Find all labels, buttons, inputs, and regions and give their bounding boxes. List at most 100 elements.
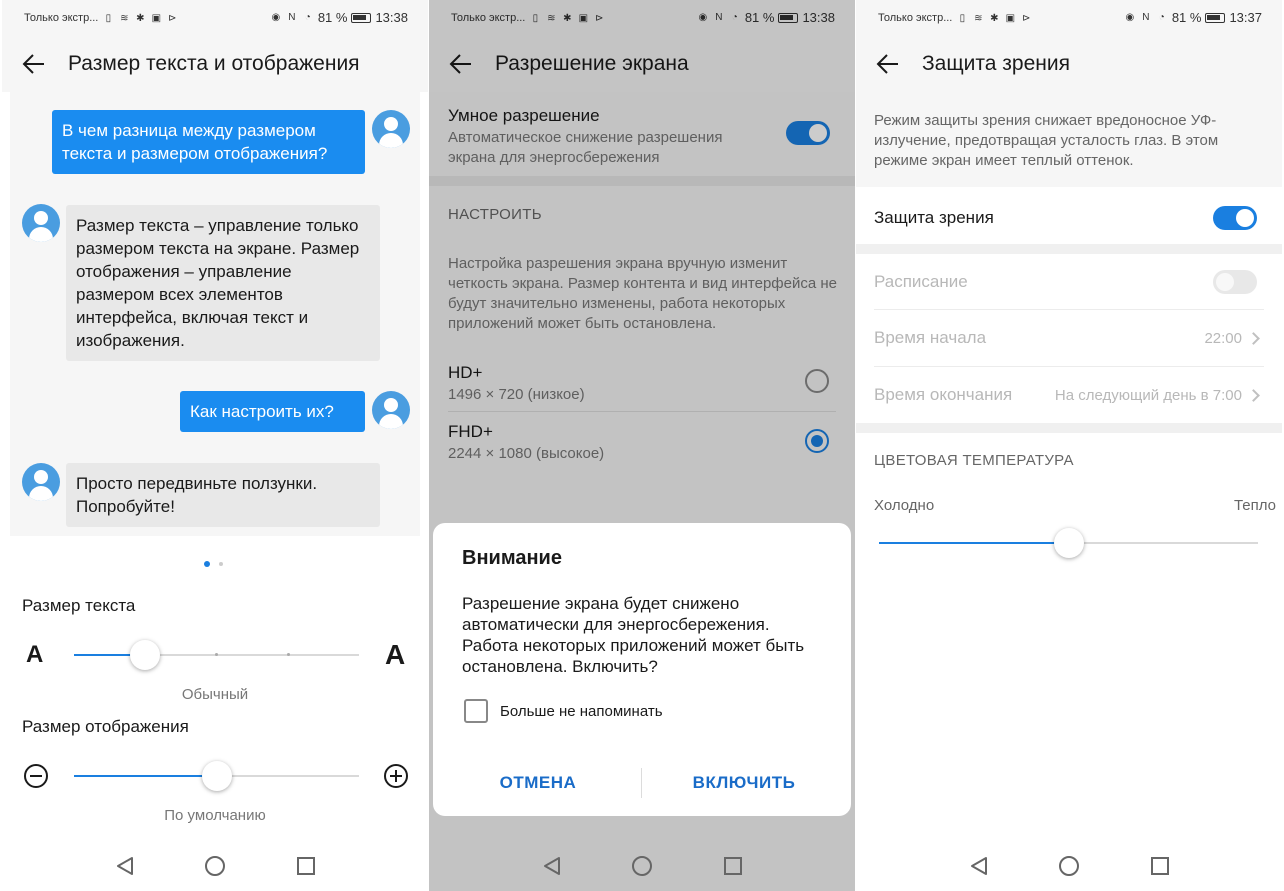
gear-icon: ✱ (990, 12, 999, 24)
eye-comfort-toggle[interactable] (1213, 206, 1257, 230)
nav-home-icon[interactable] (632, 856, 652, 876)
sim-icon: ▯ (105, 12, 112, 24)
chat-bubble-user: Как настроить их? (180, 391, 365, 432)
nav-bar (429, 840, 855, 891)
display-size-value: По умолчанию (164, 807, 266, 824)
color-temp-slider-fill (879, 542, 1069, 544)
nav-recents-icon[interactable] (1151, 857, 1169, 875)
user-avatar (372, 391, 410, 429)
chat-bubble-assistant: Просто передвиньте ползунки. Попробуйте! (66, 463, 380, 527)
text-size-label: Размер текста (22, 596, 136, 615)
battery-percent: 81 % (1171, 10, 1202, 25)
battery-percent: 81 % (317, 10, 348, 25)
clock: 13:37 (1229, 10, 1262, 25)
speedometer-icon: ◔ (1158, 12, 1165, 23)
end-time-value: На следующий день в 7:00 (1054, 387, 1242, 404)
text-size-slider-thumb[interactable] (130, 640, 160, 670)
wifi-icon: ≋ (120, 12, 129, 24)
speedometer-icon: ◔ (304, 12, 311, 23)
nav-bar (2, 840, 428, 891)
back-arrow-icon[interactable] (20, 50, 48, 78)
start-time-value: 22:00 (1204, 330, 1242, 347)
display-size-label: Размер отображения (22, 717, 189, 736)
nav-back-icon[interactable] (116, 856, 134, 876)
status-bar: Только экстр... ▯ ≋ ✱ ▣ ⊳ ◉ N ◔ 81 % 13:… (2, 0, 428, 36)
slider-tick (215, 653, 218, 656)
gear-icon: ✱ (136, 12, 145, 24)
app-bar: Защита зрения (856, 36, 1282, 92)
status-left: Только экстр... ▯ ≋ ✱ ▣ ⊳ (24, 12, 178, 24)
confirm-dialog: Внимание Разрешение экрана будет снижено… (433, 523, 851, 816)
image-icon: ▣ (151, 12, 162, 24)
minus-circle-icon[interactable] (24, 764, 48, 788)
dialog-title: Внимание (462, 547, 562, 569)
clock: 13:38 (375, 10, 408, 25)
image-icon: ▣ (1005, 12, 1016, 24)
carrier-text: Только экстр... (878, 12, 953, 24)
page-title: Защита зрения (922, 52, 1070, 75)
divider (874, 309, 1264, 310)
app-bar: Размер текста и отображения (2, 36, 428, 92)
status-left: Только экстр... ▯ ≋ ✱ ▣ ⊳ (878, 12, 1032, 24)
nav-bar (856, 840, 1282, 891)
end-time-label[interactable]: Время окончания (874, 385, 1012, 405)
color-temp-slider-thumb[interactable] (1054, 528, 1084, 558)
chevron-right-icon (1247, 332, 1260, 345)
stage: Только экстр... ▯ ≋ ✱ ▣ ⊳ ◉ N ◔ 81 % 13:… (0, 0, 1284, 891)
nav-home-icon[interactable] (1059, 856, 1079, 876)
divider (874, 366, 1264, 367)
display-size-slider-fill (74, 775, 217, 777)
dialog-message: Разрешение экрана будет снижено автомати… (462, 594, 805, 676)
schedule-toggle[interactable] (1213, 270, 1257, 294)
dont-remind-label: Больше не напоминать (500, 703, 663, 720)
assistant-avatar (22, 463, 60, 501)
text-size-value: Обычный (181, 686, 249, 703)
schedule-label: Расписание (874, 272, 968, 291)
nav-recents-icon[interactable] (297, 857, 315, 875)
plus-circle-icon[interactable] (384, 764, 408, 788)
status-right: ◉ N ◔ 81 % 13:38 (270, 10, 408, 25)
battery-icon (351, 12, 372, 23)
nav-back-icon[interactable] (970, 856, 988, 876)
carrier-text: Только экстр... (24, 12, 99, 24)
color-temp-header: ЦВЕТОВАЯ ТЕМПЕРАТУРА (874, 452, 1074, 469)
enable-button[interactable]: ВКЛЮЧИТЬ (649, 773, 839, 793)
page-dot (219, 562, 223, 566)
cold-label: Холодно (874, 497, 935, 514)
back-arrow-icon[interactable] (874, 50, 902, 78)
screen-resolution: Только экстр... ▯ ≋ ✱ ▣ ⊳ ◉ N ◔ 81 % 13:… (429, 0, 855, 891)
start-time-label[interactable]: Время начала (874, 328, 986, 348)
chevron-right-icon (1247, 389, 1260, 402)
screen-text-display-size: Только экстр... ▯ ≋ ✱ ▣ ⊳ ◉ N ◔ 81 % 13:… (2, 0, 428, 891)
usb-icon: ⊳ (1022, 12, 1031, 24)
status-bar: Только экстр... ▯ ≋ ✱ ▣ ⊳ ◉ N ◔ 81 % 13:… (856, 0, 1282, 36)
chat-bubble-user: В чем разница между размером текста и ра… (52, 110, 365, 174)
page-indicator (204, 561, 234, 567)
nav-back-icon[interactable] (543, 856, 561, 876)
section-divider (856, 423, 1282, 433)
user-avatar (372, 110, 410, 148)
sim-icon: ▯ (959, 12, 966, 24)
eye-icon: ◉ (1125, 12, 1135, 23)
intro-text: Режим защиты зрения снижает вредоносное … (874, 112, 1219, 169)
eye-comfort-label: Защита зрения (874, 208, 994, 227)
chat-preview: В чем разница между размером текста и ра… (10, 92, 420, 536)
cancel-button[interactable]: ОТМЕНА (443, 773, 633, 793)
nfc-icon: N (1142, 12, 1150, 23)
display-size-slider-thumb[interactable] (202, 761, 232, 791)
chat-bubble-assistant: Размер текста – управление только размер… (66, 205, 380, 361)
status-right: ◉ N ◔ 81 % 13:37 (1124, 10, 1262, 25)
dont-remind-checkbox[interactable] (464, 699, 488, 723)
wifi-icon: ≋ (974, 12, 983, 24)
nfc-icon: N (288, 12, 296, 23)
screen-eye-comfort: Только экстр... ▯ ≋ ✱ ▣ ⊳ ◉ N ◔ 81 % 13:… (856, 0, 1282, 891)
nav-recents-icon[interactable] (724, 857, 742, 875)
page-title: Размер текста и отображения (68, 52, 360, 75)
page-dot-active (204, 561, 210, 567)
nav-home-icon[interactable] (205, 856, 225, 876)
button-separator (641, 768, 642, 798)
section-divider (856, 244, 1282, 254)
usb-icon: ⊳ (168, 12, 177, 24)
large-text-glyph: A (385, 639, 406, 670)
small-text-glyph: A (26, 641, 44, 668)
